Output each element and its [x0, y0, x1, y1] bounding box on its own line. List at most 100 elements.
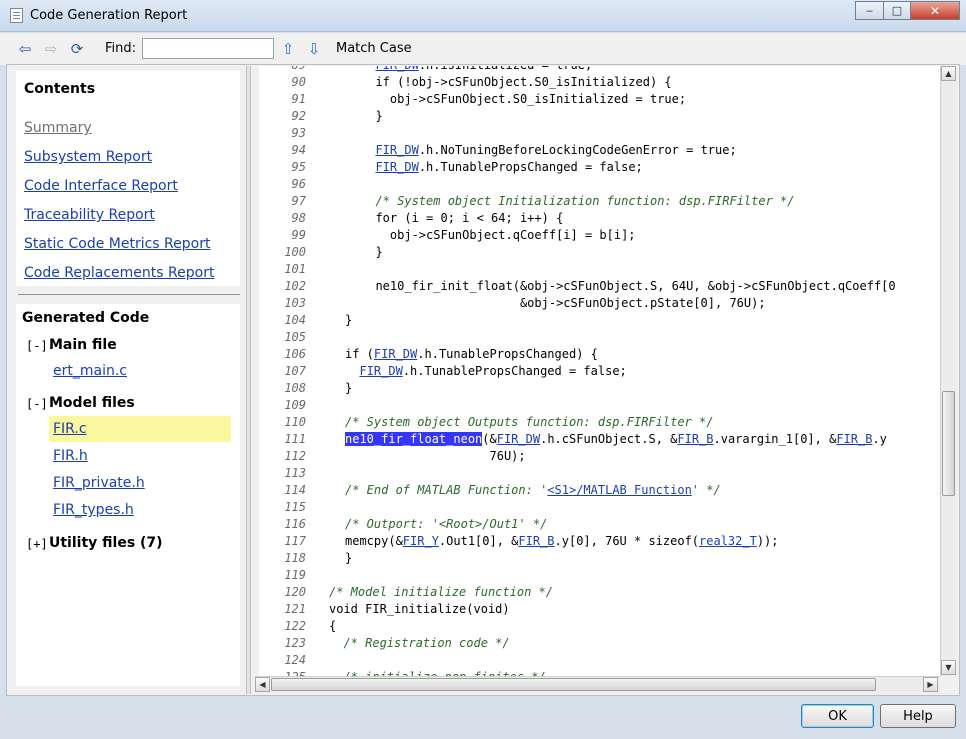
- line-number: 116: [284, 517, 306, 531]
- model-files-toggle[interactable]: [-]: [26, 397, 48, 411]
- file-link-ert-main-c[interactable]: ert_main.c: [53, 363, 127, 379]
- code-token: .h.TunablePropsChanged = false;: [418, 160, 643, 174]
- code-link[interactable]: <S1>/MATLAB Function: [547, 483, 692, 497]
- help-button[interactable]: Help: [880, 704, 956, 728]
- line-content: 76U);: [345, 448, 525, 465]
- code-link[interactable]: real32_T: [699, 534, 757, 548]
- code-token: obj->cSFunObject.S0_isInitialized = true…: [361, 92, 687, 106]
- code-replacements-report-link[interactable]: Code Replacements Report: [24, 265, 214, 281]
- code-line: 115: [259, 499, 940, 516]
- find-label: Find:: [105, 41, 137, 56]
- close-button[interactable]: ✕: [910, 1, 960, 20]
- line-number: 92: [291, 109, 306, 123]
- code-link[interactable]: FIR_DW: [374, 347, 417, 361]
- code-token: /* System object Outputs function: dsp.F…: [345, 415, 714, 429]
- static-code-metrics-report-link[interactable]: Static Code Metrics Report: [24, 236, 210, 252]
- code-line: 123 /* Registration code */: [259, 635, 940, 652]
- line-content: obj->cSFunObject.qCoeff[i] = b[i];: [361, 227, 636, 244]
- back-button[interactable]: ⇦: [16, 40, 34, 58]
- line-content: FIR_DW.h.TunablePropsChanged = false;: [345, 363, 626, 380]
- line-content: ne10_fir_init_float(&obj->cSFunObject.S,…: [361, 278, 896, 295]
- horizontal-scroll-thumb[interactable]: [271, 678, 876, 691]
- triangle-down-icon: ▼: [945, 663, 952, 672]
- forward-button[interactable]: ⇨: [42, 40, 60, 58]
- line-number: 114: [284, 483, 306, 497]
- code-token: .varargin_1[0], &: [713, 432, 837, 446]
- code-token: ne10_fir_init_float(&obj->cSFunObject.S,…: [361, 279, 896, 293]
- utility-files-toggle[interactable]: [+]: [26, 537, 48, 551]
- ok-button[interactable]: OK: [801, 704, 874, 728]
- back-arrow-icon: ⇦: [18, 40, 32, 58]
- code-token: for (i = 0; i < 64; i++) {: [361, 211, 564, 225]
- minimize-icon: ‒: [866, 4, 873, 17]
- line-number: 118: [284, 551, 306, 565]
- code-link[interactable]: FIR_B: [518, 534, 554, 548]
- file-link-fir-c[interactable]: FIR.c: [49, 416, 231, 442]
- summary-link[interactable]: Summary: [24, 120, 92, 136]
- line-content: obj->cSFunObject.S0_isInitialized = true…: [361, 91, 686, 108]
- code-link[interactable]: FIR_DW: [359, 364, 402, 378]
- code-link[interactable]: FIR_B: [677, 432, 713, 446]
- close-icon: ✕: [929, 3, 941, 18]
- file-link-fir-h[interactable]: FIR.h: [53, 448, 88, 464]
- file-link-fir-private-h[interactable]: FIR_private.h: [53, 475, 145, 491]
- subsystem-report-link[interactable]: Subsystem Report: [24, 149, 152, 165]
- refresh-button[interactable]: ⟳: [68, 40, 86, 58]
- scroll-left-button[interactable]: ◀: [255, 677, 270, 692]
- line-content: void FIR_initialize(void): [329, 601, 510, 618]
- traceability-report-link[interactable]: Traceability Report: [24, 207, 155, 223]
- code-link[interactable]: FIR_Y: [403, 534, 439, 548]
- code-token: /* Registration code */: [329, 636, 510, 650]
- scroll-right-button[interactable]: ▶: [923, 677, 938, 692]
- scroll-down-button[interactable]: ▼: [941, 660, 956, 675]
- line-number: 104: [284, 313, 306, 327]
- line-number: 117: [284, 534, 306, 548]
- code-line: 103 &obj->cSFunObject.pState[0], 76U);: [259, 295, 940, 312]
- line-content: }: [345, 312, 352, 329]
- file-link-fir-types-h[interactable]: FIR_types.h: [53, 502, 134, 518]
- find-next-button[interactable]: ⇩: [305, 40, 323, 58]
- code-line: 116 /* Outport: '<Root>/Out1' */: [259, 516, 940, 533]
- find-input[interactable]: [142, 38, 274, 59]
- line-number: 97: [291, 194, 306, 208]
- code-token: .h.cSFunObject.S, &: [540, 432, 678, 446]
- line-content: FIR_DW.h.isInitialized = true;: [361, 66, 592, 74]
- main-file-toggle[interactable]: [-]: [26, 339, 48, 353]
- code-token: memcpy(&: [345, 534, 403, 548]
- triangle-right-icon: ▶: [927, 680, 934, 689]
- code-link[interactable]: FIR_DW: [497, 432, 540, 446]
- line-content: {: [329, 618, 336, 635]
- line-number: 120: [284, 585, 306, 599]
- contents-panel: Contents Summary Subsystem Report Code I…: [16, 71, 240, 286]
- line-number: 106: [284, 347, 306, 361]
- code-link[interactable]: FIR_B: [836, 432, 872, 446]
- code-line: 92 }: [259, 108, 940, 125]
- code-line: 94 FIR_DW.h.NoTuningBeforeLockingCodeGen…: [259, 142, 940, 159]
- line-number: 125: [259, 669, 306, 676]
- scroll-up-button[interactable]: ▲: [941, 66, 956, 81]
- code-interface-report-link[interactable]: Code Interface Report: [24, 178, 178, 194]
- document-icon: [10, 8, 23, 23]
- code-line: 101: [259, 261, 940, 278]
- code-link[interactable]: FIR_DW: [375, 160, 418, 174]
- code-link[interactable]: FIR_DW: [375, 143, 418, 157]
- splitter-handle[interactable]: [246, 66, 251, 694]
- line-content: /* System object Outputs function: dsp.F…: [345, 414, 713, 431]
- maximize-button[interactable]: □: [883, 1, 911, 20]
- match-case-toggle[interactable]: Match Case: [336, 41, 412, 56]
- vertical-scroll-thumb[interactable]: [942, 391, 955, 496]
- line-content: /* Outport: '<Root>/Out1' */: [345, 516, 547, 533]
- code-token: }: [361, 109, 383, 123]
- find-previous-button[interactable]: ⇧: [279, 40, 297, 58]
- code-line: 120 /* Model initialize function */: [259, 584, 940, 601]
- code-link[interactable]: FIR_DW: [375, 66, 418, 72]
- vertical-scrollbar[interactable]: ▲ ▼: [940, 66, 956, 676]
- triangle-up-icon: ▲: [945, 69, 952, 78]
- code-token: /* End of MATLAB Function: ': [345, 483, 548, 497]
- minimize-button[interactable]: ‒: [855, 1, 884, 20]
- line-number: 94: [291, 143, 306, 157]
- horizontal-scrollbar[interactable]: ◀ ▶: [255, 676, 940, 693]
